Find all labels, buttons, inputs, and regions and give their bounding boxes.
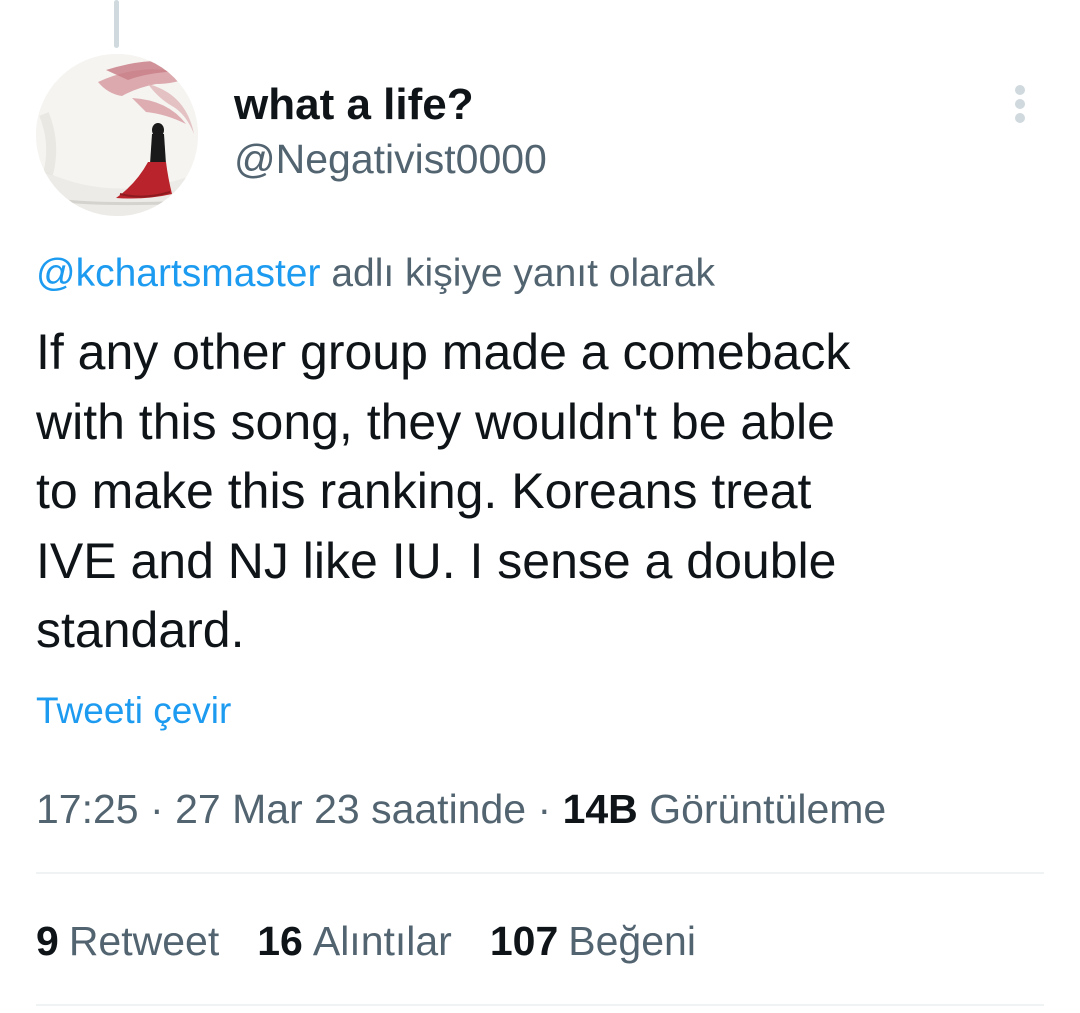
views-label: Görüntüleme <box>649 786 887 832</box>
more-vertical-icon <box>1015 85 1025 123</box>
likes-count: 107 <box>489 918 559 964</box>
avatar-illustration-icon <box>36 54 198 216</box>
retweets-stat[interactable]: 9 Retweet <box>36 918 219 965</box>
quotes-stat[interactable]: 16 Alıntılar <box>257 918 452 965</box>
display-name[interactable]: what a life? <box>234 80 474 130</box>
reply-context-label: adlı kişiye yanıt olarak <box>331 252 716 295</box>
user-handle[interactable]: @Negativist0000 <box>234 136 547 183</box>
meta-separator: · <box>537 786 552 832</box>
meta-separator: · <box>150 786 164 832</box>
tweet-meta: 17:25 · 27 Mar 23 saatinde · 14B Görüntü… <box>36 786 886 833</box>
reply-to-handle-link[interactable]: @kchartsmaster <box>36 252 320 295</box>
tweet-text: If any other group made a comeback with … <box>36 324 851 658</box>
retweets-label: Retweet <box>68 918 220 964</box>
quotes-label: Alıntılar <box>312 918 452 964</box>
divider <box>36 1004 1044 1006</box>
reply-context: @kchartsmaster adlı kişiye yanıt olarak <box>36 252 715 296</box>
avatar[interactable] <box>36 54 198 216</box>
engagement-stats: 9 Retweet 16 Alıntılar 107 Beğeni <box>36 918 696 965</box>
thread-connector-line <box>114 0 119 48</box>
more-options-button[interactable] <box>1004 82 1036 126</box>
likes-label: Beğeni <box>568 918 696 964</box>
quotes-count: 16 <box>257 918 303 964</box>
translate-tweet-link[interactable]: Tweeti çevir <box>36 690 231 732</box>
retweets-count: 9 <box>36 918 59 964</box>
tweet-time[interactable]: 17:25 <box>36 786 139 832</box>
tweet-date[interactable]: 27 Mar 23 saatinde <box>175 786 526 832</box>
divider <box>36 872 1044 874</box>
views-count: 14B <box>562 786 638 832</box>
likes-stat[interactable]: 107 Beğeni <box>490 918 696 965</box>
